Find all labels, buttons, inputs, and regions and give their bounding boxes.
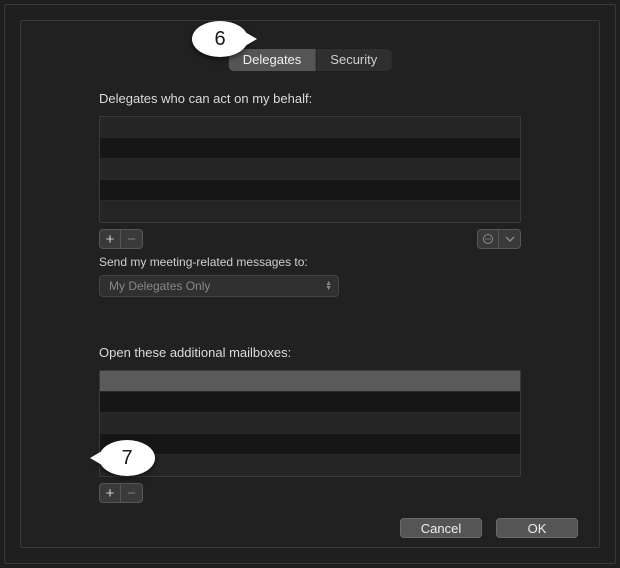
tab-security[interactable]: Security <box>316 49 391 71</box>
select-value: My Delegates Only <box>109 279 210 293</box>
list-item[interactable] <box>100 371 520 392</box>
delegates-toolbar: + − <box>99 229 521 249</box>
add-remove-group: + − <box>99 229 143 249</box>
list-item[interactable] <box>100 455 520 476</box>
options-button[interactable] <box>477 229 499 249</box>
mailboxes-section: Open these additional mailboxes: + − <box>99 345 521 503</box>
ellipsis-circle-icon <box>482 233 494 245</box>
list-item[interactable] <box>100 180 520 201</box>
delegates-label: Delegates who can act on my behalf: <box>99 91 521 106</box>
options-group <box>477 229 521 249</box>
remove-delegate-button[interactable]: − <box>121 229 143 249</box>
mailboxes-list[interactable] <box>99 370 521 477</box>
list-item[interactable] <box>100 434 520 455</box>
send-messages-select[interactable]: My Delegates Only ▲▼ <box>99 275 339 297</box>
plus-icon: + <box>106 232 115 247</box>
minus-icon: − <box>127 486 136 501</box>
options-dropdown-button[interactable] <box>499 229 521 249</box>
list-item[interactable] <box>100 201 520 222</box>
mailboxes-label: Open these additional mailboxes: <box>99 345 521 360</box>
callout-6: 6 <box>192 21 248 57</box>
list-item[interactable] <box>100 117 520 138</box>
add-remove-group: + − <box>99 483 143 503</box>
callout-7: 7 <box>99 440 155 476</box>
minus-icon: − <box>127 232 136 247</box>
list-item[interactable] <box>100 138 520 159</box>
dialog-footer: Cancel OK <box>400 518 578 538</box>
chevron-down-icon <box>504 233 516 245</box>
updown-icon: ▲▼ <box>325 281 332 291</box>
mailboxes-toolbar: + − <box>99 483 521 503</box>
tab-delegates[interactable]: Delegates <box>229 49 317 71</box>
tab-bar: Delegates Security <box>229 49 392 71</box>
cancel-button[interactable]: Cancel <box>400 518 482 538</box>
send-messages-label: Send my meeting-related messages to: <box>99 255 521 269</box>
add-delegate-button[interactable]: + <box>99 229 121 249</box>
ok-button[interactable]: OK <box>496 518 578 538</box>
plus-icon: + <box>106 486 115 501</box>
delegates-list[interactable] <box>99 116 521 223</box>
list-item[interactable] <box>100 413 520 434</box>
add-mailbox-button[interactable]: + <box>99 483 121 503</box>
list-item[interactable] <box>100 392 520 413</box>
content-area: Delegates who can act on my behalf: + − <box>99 91 521 503</box>
remove-mailbox-button[interactable]: − <box>121 483 143 503</box>
list-item[interactable] <box>100 159 520 180</box>
